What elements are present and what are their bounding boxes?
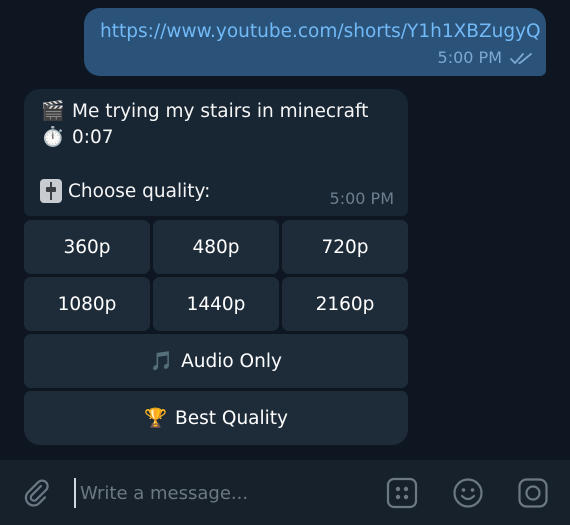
message-composer xyxy=(0,460,570,525)
incoming-message: 🎬 Me trying my stairs in minecraft ⏱️ 0:… xyxy=(24,89,408,216)
video-duration-line: ⏱️ 0:07 xyxy=(40,126,114,148)
attach-button[interactable] xyxy=(20,476,54,510)
audio-only-button[interactable]: 🎵 Audio Only xyxy=(24,334,408,388)
button-label: Audio Only xyxy=(181,350,282,372)
quality-button-480p[interactable]: 480p xyxy=(153,220,279,274)
quality-button-2160p[interactable]: 2160p xyxy=(282,277,408,331)
trophy-icon: 🏆 xyxy=(144,408,168,429)
button-label: 720p xyxy=(321,236,369,258)
message-time: 5:00 PM xyxy=(437,48,502,67)
button-label: 1440p xyxy=(186,293,246,315)
video-title-line: 🎬 Me trying my stairs in minecraft xyxy=(40,101,368,122)
quality-prompt: Choose quality: xyxy=(68,180,211,202)
slider-icon xyxy=(40,179,62,203)
bot-commands-button[interactable] xyxy=(385,476,419,510)
button-label: 1080p xyxy=(57,293,117,315)
quality-prompt-line: Choose quality: xyxy=(40,179,210,203)
music-note-icon: 🎵 xyxy=(150,351,174,372)
clapper-icon: 🎬 xyxy=(41,100,65,122)
stopwatch-icon: ⏱️ xyxy=(41,126,65,148)
camera-button[interactable] xyxy=(516,476,550,510)
quality-button-360p[interactable]: 360p xyxy=(24,220,150,274)
quality-button-720p[interactable]: 720p xyxy=(282,220,408,274)
button-label: 480p xyxy=(192,236,240,258)
video-title: Me trying my stairs in minecraft xyxy=(72,101,369,122)
video-duration: 0:07 xyxy=(72,127,114,148)
quality-button-1080p[interactable]: 1080p xyxy=(24,277,150,331)
button-label: Best Quality xyxy=(175,407,288,429)
read-ticks-icon xyxy=(510,52,532,64)
chat-area: https://www.youtube.com/shorts/Y1h1XBZug… xyxy=(0,0,570,460)
button-label: 360p xyxy=(63,236,111,258)
message-time: 5:00 PM xyxy=(329,189,394,208)
paperclip-icon xyxy=(24,479,49,507)
outgoing-message: https://www.youtube.com/shorts/Y1h1XBZug… xyxy=(84,8,546,76)
camera-icon xyxy=(518,478,548,508)
message-meta: 5:00 PM xyxy=(438,48,536,67)
quality-button-1440p[interactable]: 1440p xyxy=(153,277,279,331)
message-input[interactable] xyxy=(74,478,374,508)
bot-commands-icon xyxy=(386,477,418,509)
button-label: 2160p xyxy=(315,293,375,315)
emoji-button[interactable] xyxy=(451,476,485,510)
best-quality-button[interactable]: 🏆 Best Quality xyxy=(24,391,408,445)
message-link[interactable]: https://www.youtube.com/shorts/Y1h1XBZug… xyxy=(100,21,541,42)
emoji-icon xyxy=(453,478,483,508)
